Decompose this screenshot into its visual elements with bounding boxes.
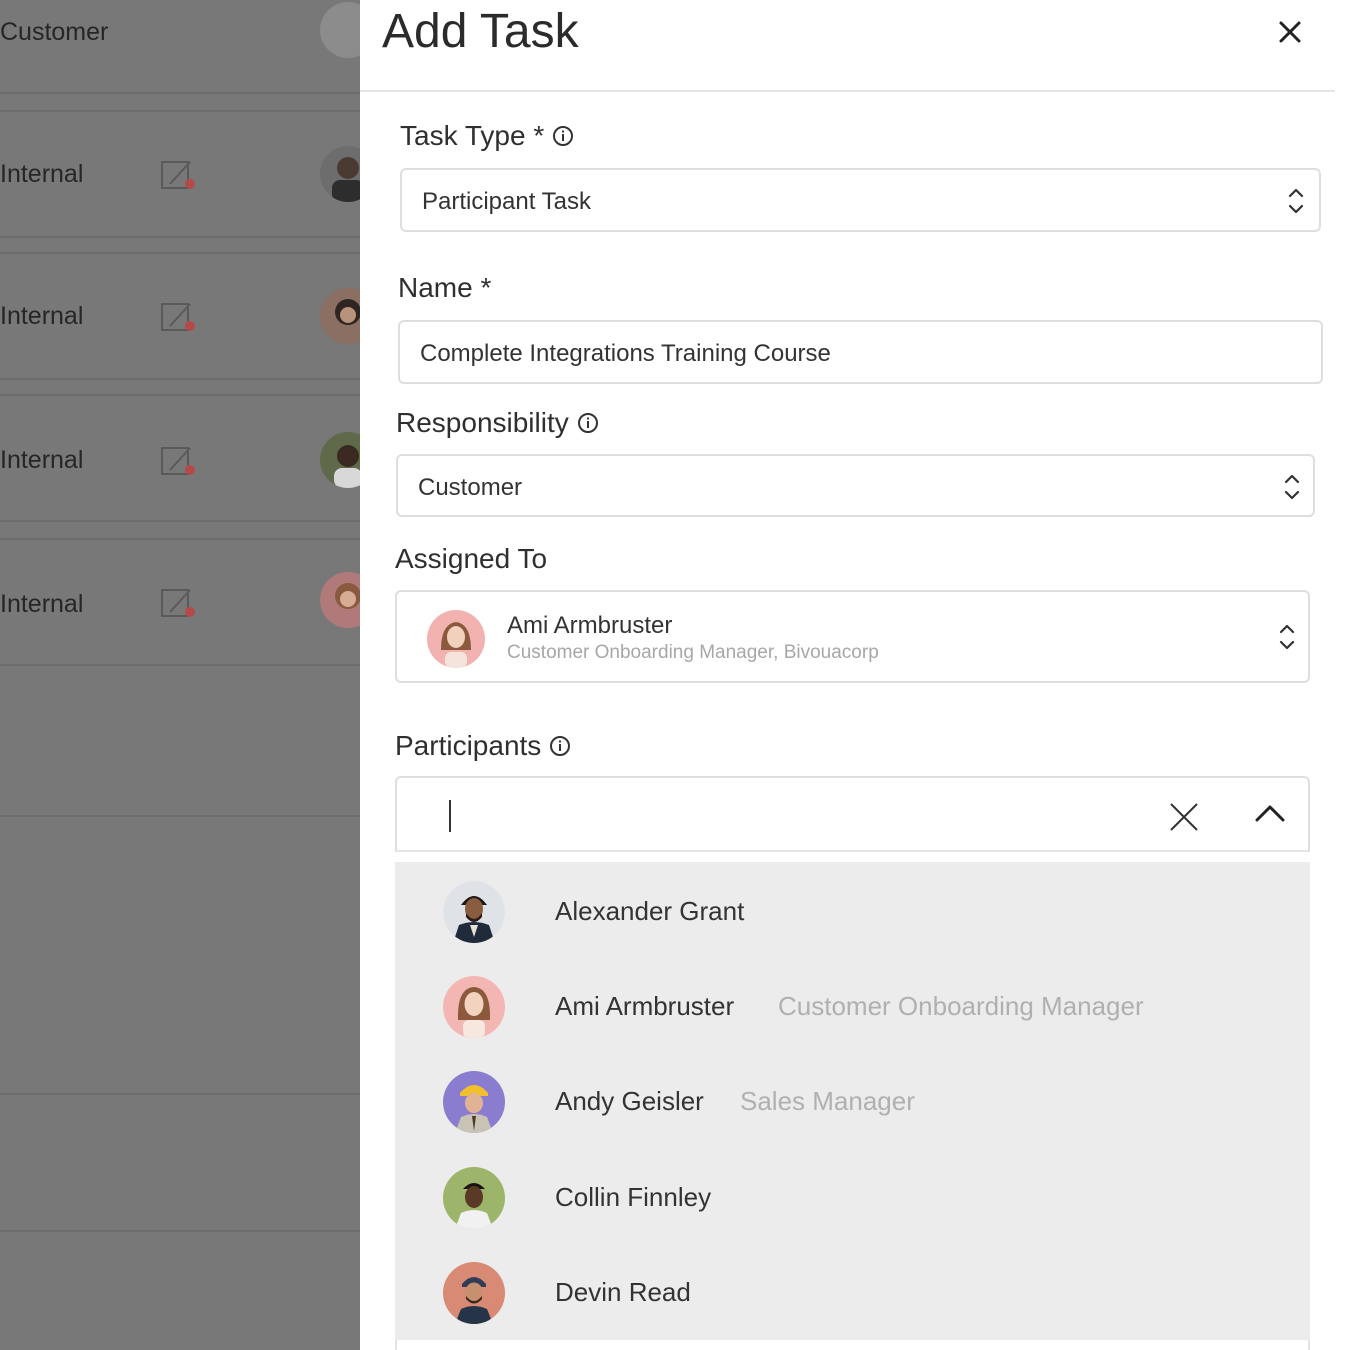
text-caret — [449, 800, 451, 832]
avatar — [443, 1167, 505, 1229]
bg-row: Internal — [0, 396, 360, 522]
bg-row: Internal — [0, 540, 360, 666]
avatar — [320, 2, 360, 58]
name-label: Name * — [398, 272, 491, 304]
clear-icon[interactable] — [1169, 802, 1199, 832]
add-task-panel: Add Task Task Type * Participant Task Na… — [360, 0, 1350, 1350]
avatar — [443, 1071, 505, 1133]
option-name: Alexander Grant — [555, 896, 745, 926]
participants-label-text: Participants — [395, 730, 542, 761]
list-item[interactable]: Andy Geisler Sales Manager — [395, 1054, 1310, 1149]
participants-label: Participants — [395, 730, 571, 762]
list-item[interactable]: Devin Read — [395, 1245, 1310, 1340]
divider — [0, 1230, 360, 1232]
dropdown-bottom-edge — [395, 1340, 1310, 1350]
chevron-up-icon[interactable] — [1255, 803, 1285, 823]
bg-row: Internal — [0, 112, 360, 238]
bg-row-label: Internal — [0, 160, 84, 188]
chevron-updown-icon — [1284, 474, 1300, 500]
task-type-label-text: Task Type * — [400, 120, 545, 151]
avatar — [443, 881, 505, 943]
divider — [0, 1093, 360, 1095]
responsibility-select[interactable]: Customer — [396, 454, 1315, 517]
chevron-updown-icon — [1279, 624, 1295, 650]
info-icon[interactable] — [549, 735, 571, 757]
avatar — [320, 146, 360, 202]
bg-row: Customer — [0, 0, 360, 94]
task-edit-icon — [161, 161, 195, 189]
name-label-text: Name * — [398, 272, 492, 303]
header-divider — [360, 90, 1335, 92]
participants-search-input[interactable] — [395, 776, 1310, 852]
responsibility-value: Customer — [418, 474, 523, 501]
task-type-label: Task Type * — [400, 120, 574, 152]
info-icon[interactable] — [577, 412, 599, 434]
assigned-subtitle: Customer Onboarding Manager, Bivouacorp — [507, 642, 879, 663]
list-item[interactable]: Ami Armbruster Customer Onboarding Manag… — [395, 959, 1310, 1054]
assigned-name: Ami Armbruster — [507, 612, 673, 639]
avatar — [320, 432, 360, 488]
avatar — [443, 976, 505, 1038]
task-edit-icon — [161, 447, 195, 475]
task-type-value: Participant Task — [422, 188, 591, 215]
task-type-select[interactable]: Participant Task — [400, 168, 1321, 232]
assigned-to-label: Assigned To — [395, 543, 547, 575]
avatar — [320, 288, 360, 344]
option-name: Devin Read — [555, 1277, 691, 1307]
name-value: Complete Integrations Training Course — [420, 340, 831, 367]
responsibility-label-text: Responsibility — [396, 407, 569, 438]
bg-row-label: Internal — [0, 590, 84, 618]
option-name: Andy Geisler — [555, 1086, 704, 1116]
bg-row: Internal — [0, 254, 360, 380]
avatar — [427, 610, 485, 668]
option-role: Customer Onboarding Manager — [778, 991, 1144, 1021]
list-item[interactable]: Collin Finnley — [395, 1150, 1310, 1245]
assigned-to-select[interactable]: Ami Armbruster Customer Onboarding Manag… — [395, 590, 1310, 683]
close-icon[interactable] — [1272, 14, 1308, 50]
responsibility-label: Responsibility — [396, 407, 599, 439]
panel-title: Add Task — [382, 5, 579, 58]
participants-dropdown: Alexander Grant Ami Armbruster Customer … — [395, 862, 1310, 1340]
bg-row-label: Internal — [0, 302, 84, 330]
divider — [0, 815, 360, 817]
task-edit-icon — [161, 589, 195, 617]
task-edit-icon — [161, 303, 195, 331]
info-icon[interactable] — [552, 125, 574, 147]
background-page: Customer Internal Internal Internal Inte… — [0, 0, 360, 1350]
bg-row-label: Internal — [0, 446, 84, 474]
option-role: Sales Manager — [740, 1086, 915, 1116]
option-name: Ami Armbruster — [555, 991, 735, 1021]
name-input[interactable]: Complete Integrations Training Course — [398, 320, 1323, 384]
avatar — [443, 1262, 505, 1324]
avatar — [320, 572, 360, 628]
option-name: Collin Finnley — [555, 1182, 712, 1212]
list-item[interactable]: Alexander Grant — [395, 864, 1310, 959]
chevron-updown-icon — [1288, 188, 1304, 214]
bg-row-label: Customer — [0, 18, 109, 46]
assigned-to-label-text: Assigned To — [395, 543, 548, 574]
